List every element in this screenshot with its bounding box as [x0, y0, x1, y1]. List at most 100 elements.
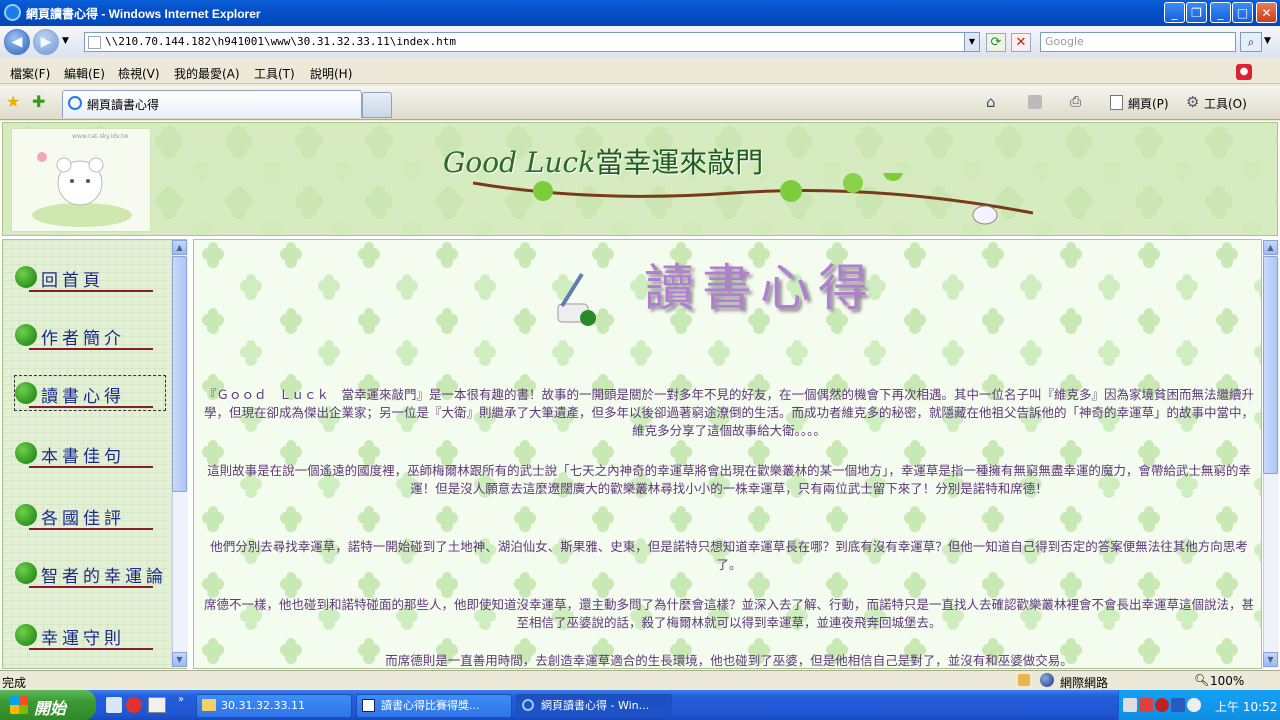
bear-icon [32, 152, 132, 227]
taskbar-button-label: 30.31.32.33.11 [221, 699, 305, 712]
branch-decoration-icon [473, 173, 1033, 225]
sidebar-scroll-thumb[interactable] [172, 256, 187, 492]
address-dropdown-icon[interactable]: ▼ [964, 33, 979, 51]
tray-icon[interactable] [1123, 698, 1137, 712]
sidebar-item-label: 智者的幸運論 [41, 567, 167, 587]
sidebar-item-luck-rules[interactable]: 幸運守則 [15, 618, 165, 652]
quill-scroll-icon [557, 272, 596, 326]
window-title: 網頁讀書心得 - Windows Internet Explorer [26, 7, 261, 21]
tray-icon[interactable] [1187, 698, 1201, 712]
taskbar-folder-button[interactable]: 30.31.32.33.11 [196, 694, 352, 718]
close-button[interactable]: ✕ [1256, 2, 1277, 23]
tab-active[interactable]: 網頁讀書心得 [62, 90, 362, 118]
bear-logo-image: www.cat-sky.idv.tw [11, 128, 151, 232]
clock: 上午 10:52 [1215, 700, 1278, 714]
tray-icon[interactable] [1171, 698, 1185, 712]
taskbar-word-button[interactable]: 讀書心得比賽得獎... [356, 694, 512, 718]
paragraph: 『Ｇｏｏｄ Ｌｕｃｋ 當幸運來敲門』是一本很有趣的書！故事的一開頭是關於一對多年… [203, 387, 1254, 438]
tray-icon[interactable] [1155, 698, 1169, 712]
status-bar: 完成 網際網路 🔍︎ 100% [0, 670, 1280, 690]
search-options-icon[interactable]: ▼ [1264, 36, 1271, 46]
menu-tools[interactable]: 工具(T) [254, 65, 295, 82]
windows-logo-icon [10, 696, 28, 714]
logo-text: www.cat-sky.idv.tw [72, 133, 129, 140]
sidebar-item-quotes[interactable]: 本書佳句 [15, 436, 165, 470]
ie-logo-icon [4, 4, 21, 21]
back-button[interactable]: ◀ [4, 29, 30, 55]
stop-icon[interactable]: ✕ [1011, 33, 1031, 52]
protected-mode-icon [1018, 674, 1030, 686]
content-scroll-up-icon[interactable]: ▲ [1263, 240, 1278, 255]
page-icon [88, 36, 101, 49]
paragraph: 席德不一樣，他也碰到和諾特碰面的那些人，他即使知道沒幸運草，還主動多問了為什麼會… [203, 597, 1254, 630]
clover-bullet-icon [15, 562, 37, 584]
sidebar-item-label: 各國佳評 [41, 509, 125, 529]
sidebar-item-author[interactable]: 作者簡介 [15, 318, 165, 352]
title-bar: 網頁讀書心得 - Windows Internet Explorer _ ❐ _… [0, 0, 1280, 26]
sidebar-scroll-up-icon[interactable]: ▲ [172, 240, 187, 255]
home-icon[interactable]: ⌂ [986, 93, 996, 111]
system-tray: 上午 10:52 [1118, 690, 1280, 720]
paragraph: 而席德則是一直善用時間，去創造幸運草適合的生長環境，他也碰到了巫婆，但是他相信自… [385, 653, 1073, 668]
search-icon[interactable]: ⌕ [1240, 32, 1262, 52]
tab-ie-icon [68, 96, 82, 110]
taskbar-button-label: 網頁讀書心得 - Win... [541, 699, 650, 712]
toolbar-addon-icon[interactable]: ● [1236, 64, 1252, 80]
tray-icon[interactable] [1139, 698, 1153, 712]
print-icon[interactable]: ⎙ [1070, 94, 1081, 110]
minimize-button[interactable]: _ [1164, 2, 1185, 23]
paragraph: 這則故事是在說一個遙遠的國度裡，巫師梅爾林跟所有的武士說「七天之內神奇的幸運草將… [207, 463, 1251, 496]
content-scroll-down-icon[interactable]: ▼ [1263, 652, 1278, 667]
globe-icon [1040, 673, 1054, 687]
content-scroll-thumb[interactable] [1263, 256, 1278, 474]
sidebar-item-luck-theory[interactable]: 智者的幸運論 [15, 556, 165, 590]
search-input[interactable]: Google [1040, 32, 1236, 52]
sidebar-item-home[interactable]: 回首頁 [15, 260, 165, 294]
tools-menu[interactable]: 工具(O) [1204, 95, 1247, 112]
clover-bullet-icon [15, 442, 37, 464]
sidebar-item-reading-notes[interactable]: 讀書心得 [14, 375, 166, 411]
feeds-icon[interactable] [1028, 95, 1042, 109]
quicklaunch-app-icon[interactable] [126, 697, 142, 713]
clover-bullet-icon [15, 624, 37, 646]
folder-icon [202, 699, 216, 711]
status-text: 完成 [2, 676, 27, 690]
add-favorite-icon[interactable]: ✚ [32, 92, 45, 111]
word-doc-icon [362, 699, 375, 712]
menu-favorites[interactable]: 我的最愛(A) [174, 65, 240, 82]
clover-bullet-icon [15, 324, 37, 346]
paragraph: 他們分別去尋找幸運草，諾特一開始碰到了土地神、湖泊仙女、斯果雅、史東，但是諾特只… [210, 539, 1248, 572]
site-banner: www.cat-sky.idv.tw Good Luck當幸運來敲門 [2, 122, 1278, 236]
tools-gear-icon: ⚙ [1186, 93, 1200, 111]
sidebar-scroll-down-icon[interactable]: ▼ [172, 652, 187, 667]
new-tab-button[interactable] [362, 92, 392, 118]
quicklaunch-v-icon[interactable] [148, 697, 166, 713]
zoom-level[interactable]: 100% [1210, 674, 1244, 688]
clover-bullet-icon [15, 382, 37, 404]
favorites-star-icon[interactable]: ★ [6, 92, 20, 111]
start-label: 開始 [34, 701, 67, 718]
refresh-icon[interactable]: ⟳ [986, 33, 1006, 52]
clover-bullet-icon [15, 504, 37, 526]
taskbar-ie-button[interactable]: 網頁讀書心得 - Win... [516, 694, 672, 718]
menu-help[interactable]: 說明(H) [310, 65, 352, 82]
restore-button[interactable]: ❐ [1186, 2, 1207, 23]
forward-button[interactable]: ▶ [33, 29, 59, 55]
menu-edit[interactable]: 編輯(E) [64, 65, 105, 82]
menu-view[interactable]: 檢視(V) [118, 65, 160, 82]
page-menu[interactable]: 網頁(P) [1128, 95, 1169, 112]
menu-file[interactable]: 檔案(F) [10, 65, 50, 82]
page-title: 讀書心得 [644, 259, 876, 317]
maximize-button[interactable]: □ [1232, 2, 1253, 23]
ie-taskbar-icon [522, 699, 534, 711]
quicklaunch-desktop-icon[interactable] [106, 697, 122, 713]
history-dropdown-icon[interactable]: ▼ [62, 36, 69, 46]
sidebar-item-reviews[interactable]: 各國佳評 [15, 498, 165, 532]
sidebar-item-label: 讀書心得 [41, 387, 125, 407]
minimize-button-2[interactable]: _ [1210, 2, 1231, 23]
page-menu-icon [1110, 95, 1123, 110]
address-bar[interactable]: \\210.70.144.182\h941001\www\30.31.32.33… [84, 32, 980, 52]
quicklaunch-expand-icon[interactable]: » [178, 694, 184, 705]
security-zone: 網際網路 [1060, 676, 1109, 690]
sidebar-item-label: 回首頁 [41, 271, 104, 291]
